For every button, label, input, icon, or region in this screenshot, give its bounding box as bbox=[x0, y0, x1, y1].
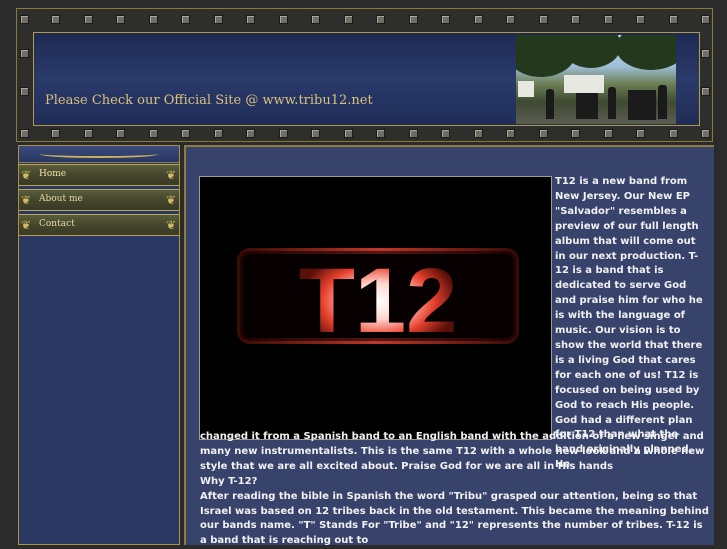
t12-logo-text: T12 bbox=[299, 250, 458, 352]
rivet-icon bbox=[116, 129, 125, 138]
rivet-icon bbox=[279, 129, 288, 138]
rivet-icon bbox=[344, 15, 353, 24]
site-tagline[interactable]: Please Check our Official Site @ www.tri… bbox=[45, 93, 373, 108]
rivet-icon bbox=[571, 15, 580, 24]
rivet-icon bbox=[51, 15, 60, 24]
rivet-icon bbox=[84, 129, 93, 138]
header-banner: Please Check our Official Site @ www.tri… bbox=[33, 32, 700, 126]
nav-item-contact[interactable]: ❦ Contact ❦ bbox=[19, 214, 179, 236]
rivet-icon bbox=[474, 15, 483, 24]
scroll-ornament-icon: ❦ bbox=[165, 168, 177, 182]
rivet-icon bbox=[636, 15, 645, 24]
rivet-icon bbox=[409, 15, 418, 24]
rivet-icon bbox=[20, 49, 29, 58]
rivet-icon bbox=[344, 129, 353, 138]
nav-item-about[interactable]: ❦ About me ❦ bbox=[19, 189, 179, 211]
rivet-icon bbox=[214, 129, 223, 138]
rivet-icon bbox=[149, 15, 158, 24]
rivet-icon bbox=[149, 129, 158, 138]
scroll-ornament-icon: ❦ bbox=[165, 218, 177, 232]
rivet-icon bbox=[506, 129, 515, 138]
header-frame: Please Check our Official Site @ www.tri… bbox=[16, 8, 713, 142]
rivet-icon bbox=[116, 15, 125, 24]
nav-item-home[interactable]: ❦ Home ❦ bbox=[19, 164, 179, 186]
nav-label: Contact bbox=[39, 219, 75, 229]
rivet-icon bbox=[474, 129, 483, 138]
rivet-icon bbox=[20, 87, 29, 96]
rivet-icon bbox=[636, 129, 645, 138]
rivet-icon bbox=[311, 129, 320, 138]
rivet-icon bbox=[246, 129, 255, 138]
t12-logo: T12 bbox=[237, 248, 519, 352]
rivet-icon bbox=[376, 15, 385, 24]
scroll-ornament-icon: ❦ bbox=[20, 218, 32, 232]
rivet-icon bbox=[181, 15, 190, 24]
scroll-ornament-icon: ❦ bbox=[20, 168, 32, 182]
rivet-icon bbox=[669, 129, 678, 138]
rivet-icon bbox=[539, 129, 548, 138]
rivet-icon bbox=[441, 129, 450, 138]
band-photo bbox=[516, 35, 676, 124]
body-text: changed it from a Spanish band to an Eng… bbox=[200, 430, 710, 549]
rivet-icon bbox=[604, 129, 613, 138]
rivet-icon bbox=[506, 15, 515, 24]
rivet-icon bbox=[246, 15, 255, 24]
rivet-icon bbox=[669, 15, 678, 24]
rivet-icon bbox=[701, 87, 710, 96]
rivet-icon bbox=[51, 129, 60, 138]
rivet-icon bbox=[701, 15, 710, 24]
rivet-icon bbox=[376, 129, 385, 138]
scroll-ornament-icon: ❦ bbox=[165, 193, 177, 207]
rivet-icon bbox=[181, 129, 190, 138]
rivet-icon bbox=[701, 129, 710, 138]
sidebar-ornament bbox=[19, 146, 179, 163]
rivet-icon bbox=[84, 15, 93, 24]
rivet-icon bbox=[701, 49, 710, 58]
band-logo-image: T12 bbox=[199, 176, 552, 440]
why-paragraph: After reading the bible in Spanish the w… bbox=[200, 490, 709, 547]
intro-paragraph-continued: changed it from a Spanish band to an Eng… bbox=[200, 431, 705, 472]
intro-paragraph: T12 is a new band from New Jersey. Our N… bbox=[555, 176, 703, 471]
sidebar: ❦ Home ❦ ❦ About me ❦ ❦ Contact ❦ bbox=[18, 145, 180, 545]
rivet-icon bbox=[571, 129, 580, 138]
rivet-icon bbox=[539, 15, 548, 24]
rivet-icon bbox=[311, 15, 320, 24]
rivet-icon bbox=[20, 15, 29, 24]
scroll-ornament-icon: ❦ bbox=[20, 193, 32, 207]
rivet-icon bbox=[20, 129, 29, 138]
rivet-icon bbox=[214, 15, 223, 24]
why-heading: Why T-12? bbox=[200, 475, 258, 487]
nav-label: Home bbox=[39, 169, 67, 179]
rivet-icon bbox=[279, 15, 288, 24]
rivet-icon bbox=[441, 15, 450, 24]
nav-label: About me bbox=[39, 194, 83, 204]
rivet-icon bbox=[409, 129, 418, 138]
rivet-icon bbox=[604, 15, 613, 24]
